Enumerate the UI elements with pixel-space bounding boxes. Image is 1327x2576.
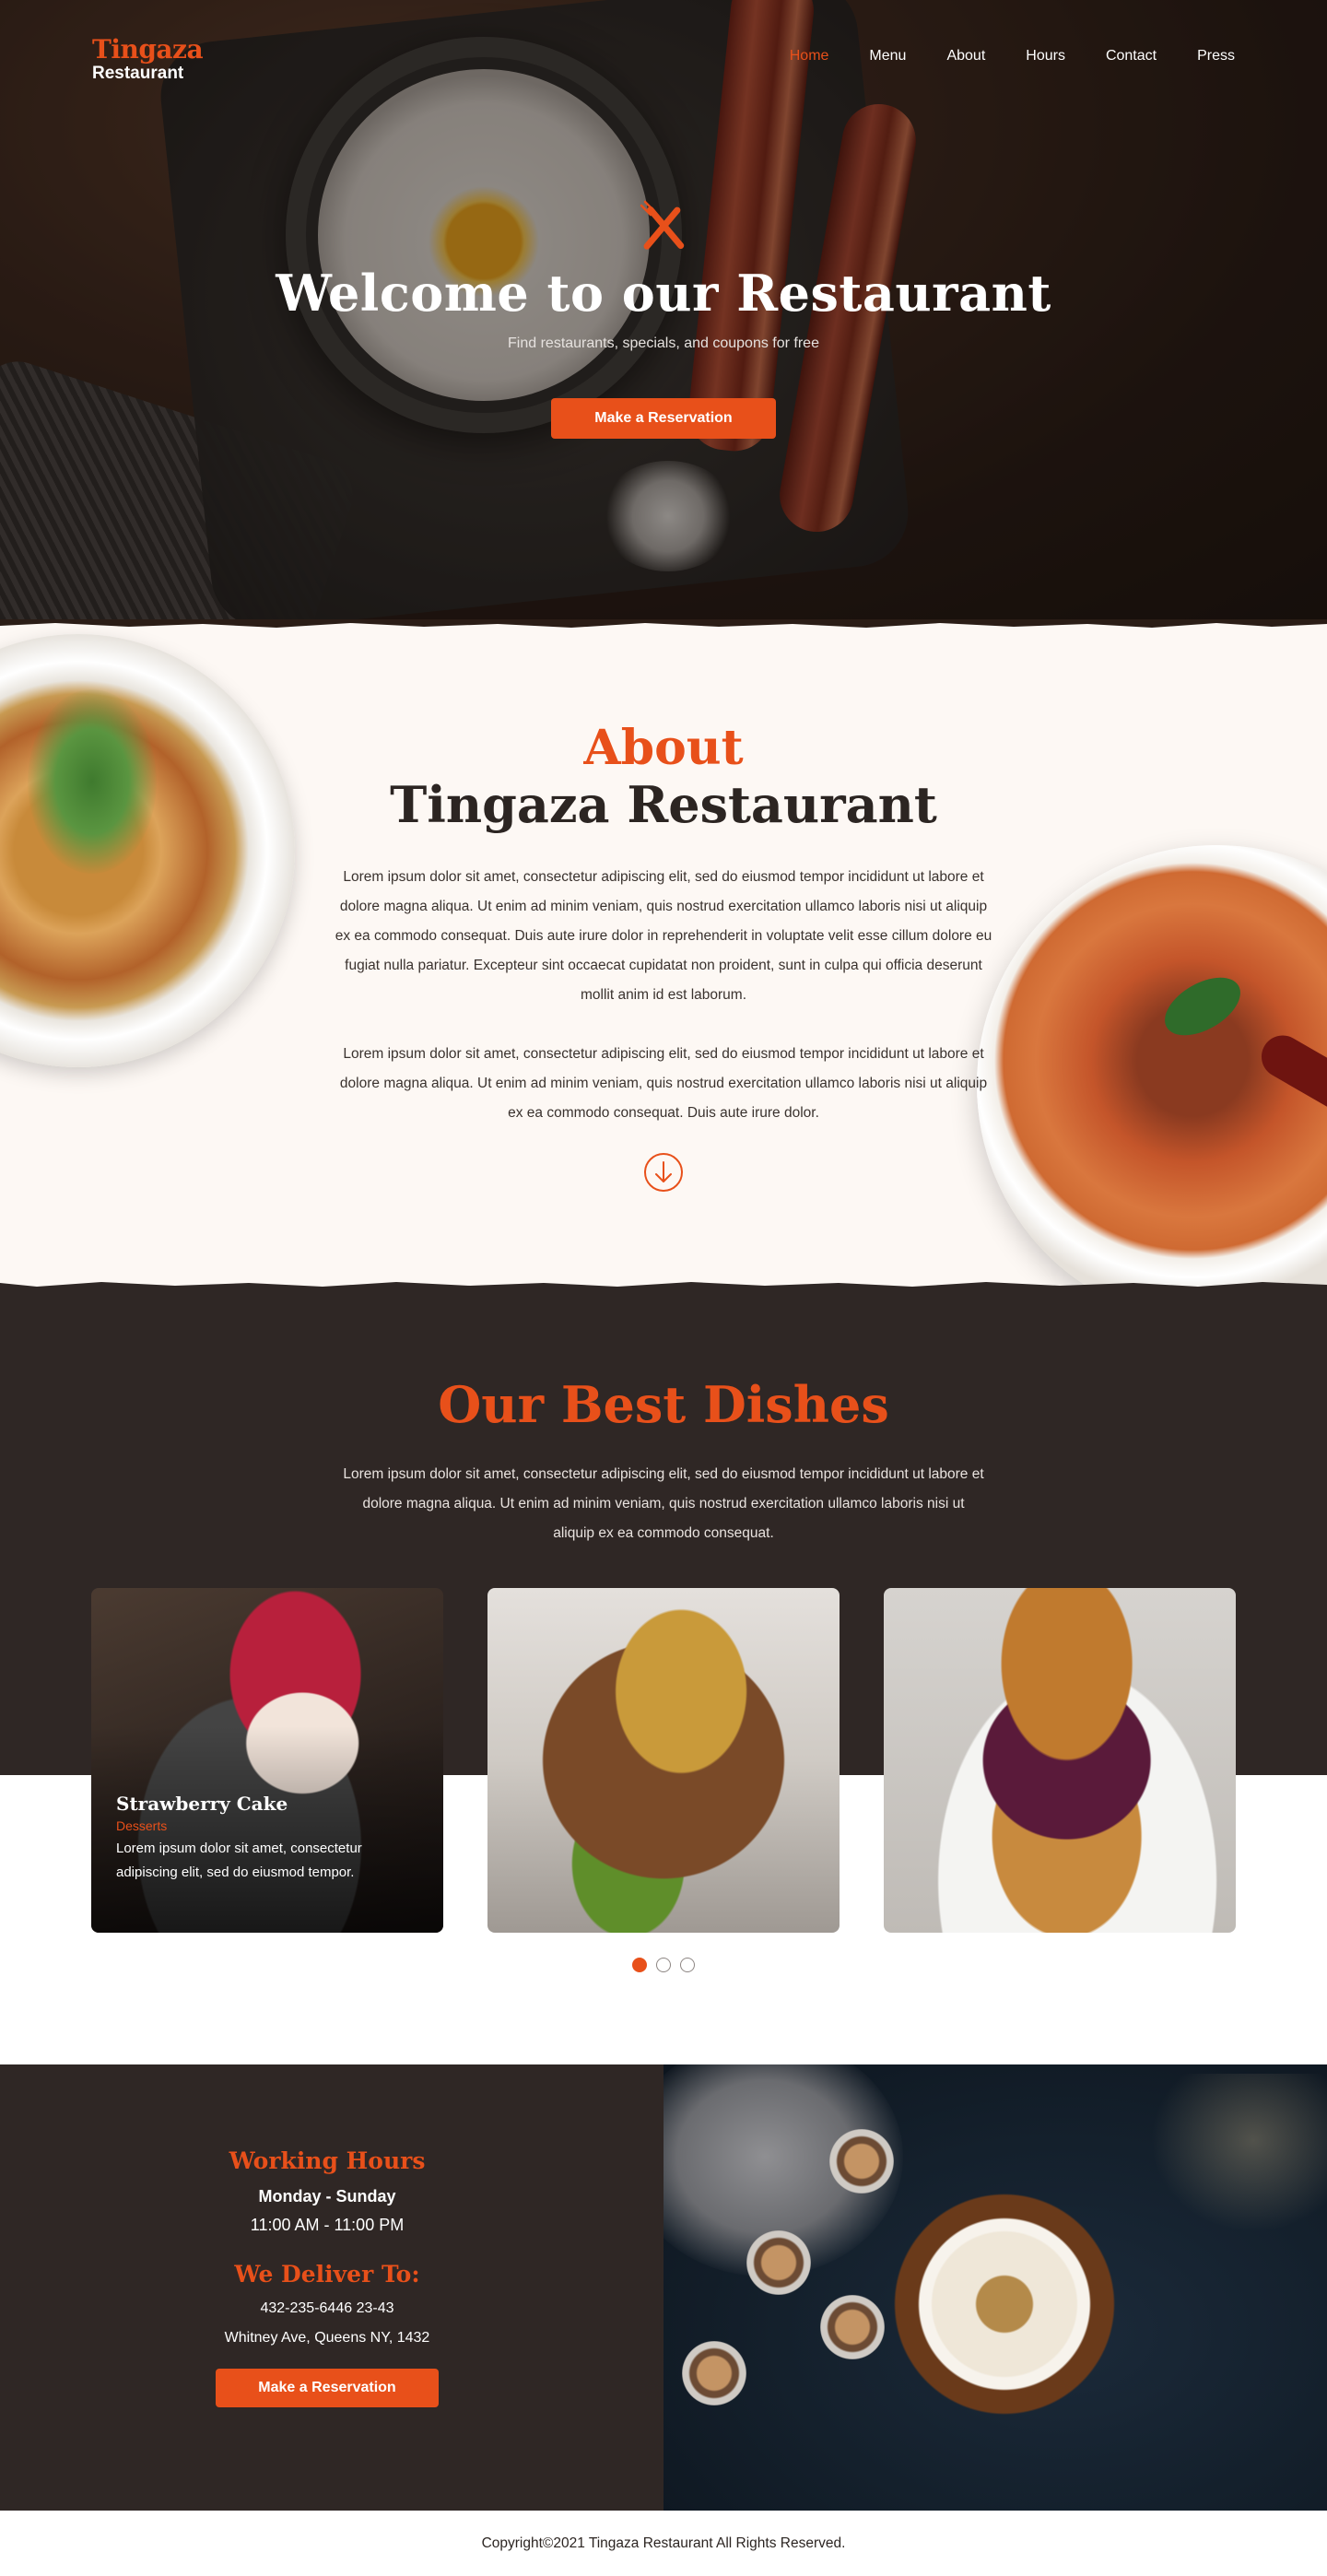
brand-logo[interactable]: Tingaza Restaurant — [92, 34, 204, 83]
nav-item-menu[interactable]: Menu — [869, 48, 906, 65]
nav-item-about[interactable]: About — [946, 48, 985, 65]
hours-info: Working Hours Monday - Sunday 11:00 AM -… — [0, 2064, 664, 2511]
arrow-down-circle-icon[interactable] — [643, 1152, 684, 1193]
carousel-dot-2[interactable] — [656, 1958, 671, 1972]
nav-item-hours[interactable]: Hours — [1026, 48, 1065, 65]
brand-name-bottom: Restaurant — [92, 64, 184, 83]
dishes-description: Lorem ipsum dolor sit amet, consectetur … — [343, 1466, 984, 1541]
dish-name: Strawberry Cake — [116, 1793, 288, 1815]
phone-number: 432-235-6446 23-43 — [260, 2300, 394, 2316]
brand-name-top: Tingaza — [92, 34, 204, 65]
curry-bowl-image — [977, 845, 1327, 1290]
hero-section: Tingaza Restaurant Home Menu About Hours… — [0, 0, 1327, 619]
best-dishes-section: Our Best Dishes Lorem ipsum dolor sit am… — [0, 1290, 1327, 2064]
carousel-dot-3[interactable] — [680, 1958, 695, 1972]
main-menu: Home Menu About Hours Contact Press — [790, 48, 1235, 65]
hero-content: Welcome to our Restaurant Find restauran… — [0, 198, 1327, 439]
about-paragraph-2: Lorem ipsum dolor sit amet, consectetur … — [339, 1045, 988, 1121]
working-hours-title: Working Hours — [229, 2147, 426, 2174]
noodle-bowl-image — [0, 634, 295, 1067]
carousel-pagination — [0, 1958, 1327, 1972]
hours-reservation-button[interactable]: Make a Reservation — [216, 2369, 439, 2407]
dish-category: Desserts — [116, 1818, 168, 1833]
fork-knife-icon — [636, 198, 691, 253]
deliver-title: We Deliver To: — [234, 2261, 420, 2288]
nav-item-home[interactable]: Home — [790, 48, 829, 65]
dish-description: Lorem ipsum dolor sit amet, consectetur … — [116, 1841, 362, 1880]
copyright-text: Copyright©2021 Tingaza Restaurant All Ri… — [481, 2535, 846, 2551]
torn-edge-bottom — [0, 1282, 1327, 1290]
dish-card[interactable] — [487, 1588, 840, 1933]
working-days: Monday - Sunday — [258, 2187, 396, 2205]
top-navigation: Tingaza Restaurant Home Menu About Hours… — [0, 0, 1327, 116]
hours-section: Working Hours Monday - Sunday 11:00 AM -… — [0, 2064, 1327, 2511]
table-spread-image — [664, 2064, 1327, 2511]
hero-title: Welcome to our Restaurant — [276, 264, 1051, 323]
hero-subtitle: Find restaurants, specials, and coupons … — [508, 335, 819, 351]
address: Whitney Ave, Queens NY, 1432 — [224, 2330, 430, 2346]
working-time: 11:00 AM - 11:00 PM — [250, 2216, 405, 2234]
about-section: About Tingaza Restaurant Lorem ipsum dol… — [0, 619, 1327, 1290]
about-paragraph-1: Lorem ipsum dolor sit amet, consectetur … — [335, 868, 992, 1003]
nav-item-press[interactable]: Press — [1197, 48, 1235, 65]
dish-card[interactable] — [884, 1588, 1236, 1933]
about-title: Tingaza Restaurant — [390, 774, 937, 834]
footer: Copyright©2021 Tingaza Restaurant All Ri… — [0, 2511, 1327, 2576]
torn-edge-top — [0, 619, 1327, 628]
nav-item-contact[interactable]: Contact — [1106, 48, 1157, 65]
dishes-title: Our Best Dishes — [438, 1375, 889, 1434]
dish-carousel: Strawberry Cake Desserts Lorem ipsum dol… — [91, 1588, 1236, 1933]
carousel-dot-1[interactable] — [632, 1958, 647, 1972]
dish-card[interactable]: Strawberry Cake Desserts Lorem ipsum dol… — [91, 1588, 443, 1933]
about-content: About Tingaza Restaurant Lorem ipsum dol… — [332, 721, 995, 1197]
hero-reservation-button[interactable]: Make a Reservation — [551, 398, 776, 439]
about-kicker: About — [583, 720, 744, 776]
